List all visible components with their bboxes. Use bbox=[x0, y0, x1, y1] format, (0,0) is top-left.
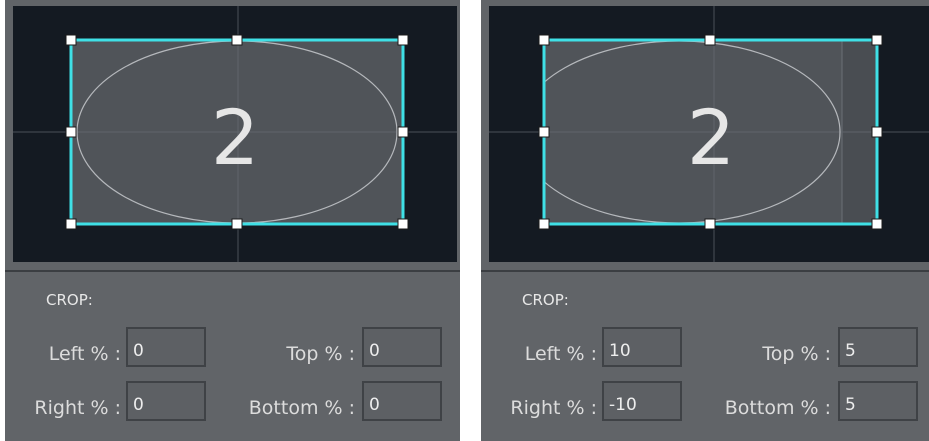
handle-bottom-left[interactable] bbox=[538, 218, 550, 230]
handle-top-center[interactable] bbox=[704, 34, 716, 46]
handle-bottom-center[interactable] bbox=[704, 218, 716, 230]
handle-bottom-center[interactable] bbox=[231, 218, 243, 230]
crop-preview: 2 bbox=[489, 6, 929, 262]
handle-top-right[interactable] bbox=[871, 34, 883, 46]
handle-middle-left[interactable] bbox=[65, 126, 77, 138]
top-percent-label: Top % : bbox=[762, 343, 831, 365]
handle-top-center[interactable] bbox=[231, 34, 243, 46]
bottom-percent-input[interactable] bbox=[838, 381, 918, 421]
left-percent-input[interactable] bbox=[602, 327, 682, 367]
divider bbox=[481, 270, 929, 272]
crop-preview: 2 bbox=[13, 6, 457, 262]
handle-middle-right[interactable] bbox=[871, 126, 883, 138]
frame-number: 2 bbox=[211, 93, 259, 182]
crop-section-title: CROP: bbox=[46, 291, 93, 309]
left-percent-label: Left % : bbox=[48, 343, 121, 365]
handle-middle-right[interactable] bbox=[397, 126, 409, 138]
crop-panel-left: 2 CROP: Left % : Top % : Right % : Botto… bbox=[5, 0, 460, 441]
left-percent-input[interactable] bbox=[126, 327, 206, 367]
handle-bottom-right[interactable] bbox=[871, 218, 883, 230]
right-percent-label: Right % : bbox=[510, 397, 597, 419]
bottom-percent-label: Bottom % : bbox=[724, 397, 831, 419]
handle-top-left[interactable] bbox=[538, 34, 550, 46]
crop-panel-right: 2 CROP: Left % : Top % : Right % : Botto… bbox=[481, 0, 929, 441]
crop-section-title: CROP: bbox=[522, 291, 569, 309]
top-percent-input[interactable] bbox=[362, 327, 442, 367]
bottom-percent-label: Bottom % : bbox=[248, 397, 355, 419]
handle-middle-left[interactable] bbox=[538, 126, 550, 138]
right-percent-label: Right % : bbox=[34, 397, 121, 419]
right-percent-input[interactable] bbox=[126, 381, 206, 421]
divider bbox=[5, 270, 460, 272]
right-percent-input[interactable] bbox=[602, 381, 682, 421]
frame-number: 2 bbox=[687, 93, 735, 182]
handle-bottom-right[interactable] bbox=[397, 218, 409, 230]
handle-bottom-left[interactable] bbox=[65, 218, 77, 230]
handle-top-left[interactable] bbox=[65, 34, 77, 46]
top-percent-input[interactable] bbox=[838, 327, 918, 367]
left-percent-label: Left % : bbox=[524, 343, 597, 365]
handle-top-right[interactable] bbox=[397, 34, 409, 46]
bottom-percent-input[interactable] bbox=[362, 381, 442, 421]
preview-canvas: 2 bbox=[13, 6, 457, 262]
top-percent-label: Top % : bbox=[286, 343, 355, 365]
preview-canvas: 2 bbox=[489, 6, 929, 262]
